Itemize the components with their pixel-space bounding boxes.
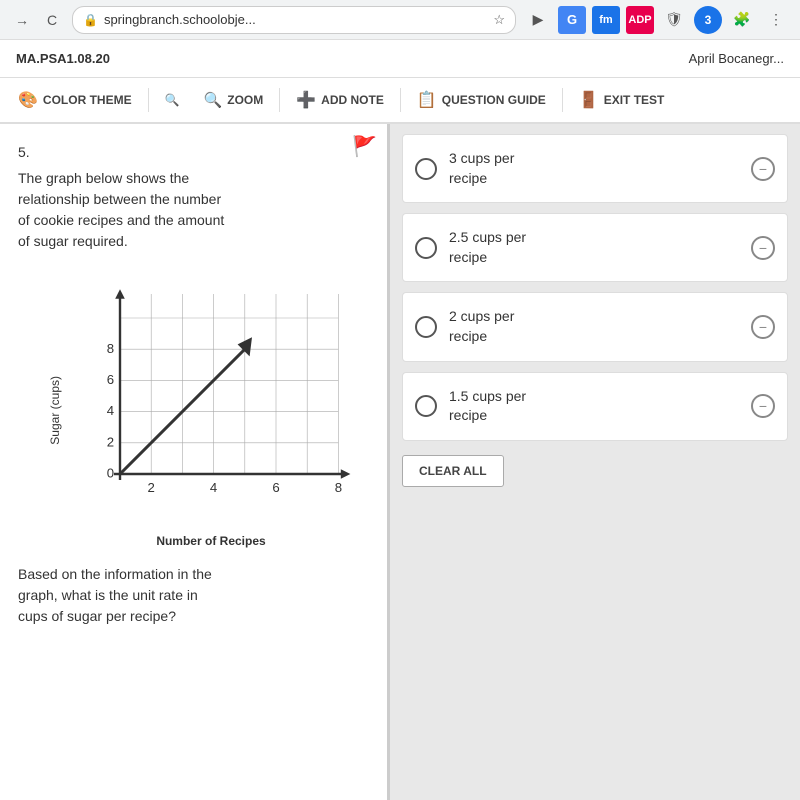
browser-icons: ▶ G fm ADP 🛡 3 🧩 ⋮	[524, 6, 790, 34]
eliminate-btn-d[interactable]: −	[751, 394, 775, 418]
exit-test-label: EXIT TEST	[604, 93, 665, 107]
bookmark-icon[interactable]: ☆	[493, 12, 505, 28]
eliminate-btn-a[interactable]: −	[751, 157, 775, 181]
radio-a[interactable]	[415, 158, 437, 180]
address-bar[interactable]: 🔒 springbranch.schoolobje... ☆	[72, 6, 516, 34]
answer-option-d[interactable]: 1.5 cups perrecipe −	[402, 372, 788, 441]
separator-2	[279, 88, 280, 112]
bottom-line2: graph, what is the unit rate in	[18, 587, 198, 603]
svg-text:4: 4	[210, 480, 217, 495]
add-note-button[interactable]: ➕ ADD NOTE	[286, 84, 394, 116]
question-number: 5.	[18, 144, 369, 160]
browser-bar: → C 🔒 springbranch.schoolobje... ☆ ▶ G f…	[0, 0, 800, 40]
separator-1	[148, 88, 149, 112]
app-header: MA.PSA1.08.20 April Bocanegr...	[0, 40, 800, 78]
y-axis-label: Sugar (cups)	[48, 376, 62, 445]
eliminate-btn-c[interactable]: −	[751, 315, 775, 339]
clear-all-button[interactable]: CLEAR ALL	[402, 455, 504, 487]
question-panel: 🚩 5. The graph below shows the relations…	[0, 124, 390, 800]
graph-container: 0 2 4 6 8 2 4 6 8	[76, 282, 356, 522]
radio-b[interactable]	[415, 237, 437, 259]
answer-text-c: 2 cups perrecipe	[449, 307, 739, 346]
question-guide-button[interactable]: 📋 QUESTION GUIDE	[407, 84, 556, 116]
svg-text:2: 2	[107, 434, 114, 449]
svg-text:6: 6	[107, 372, 114, 387]
bottom-line3: cups of sugar per recipe?	[18, 608, 176, 624]
answer-option-c[interactable]: 2 cups perrecipe −	[402, 292, 788, 361]
app-id: MA.PSA1.08.20	[16, 51, 110, 66]
refresh-button[interactable]: C	[40, 8, 64, 32]
zoom-in-button[interactable]: 🔍 ZOOM	[194, 85, 274, 115]
menu-icon[interactable]: ⋮	[762, 6, 790, 34]
question-line2: relationship between the number	[18, 191, 221, 207]
svg-text:8: 8	[107, 341, 114, 356]
answer-option-b[interactable]: 2.5 cups perrecipe −	[402, 213, 788, 282]
shield-icon[interactable]: 🛡	[660, 6, 688, 34]
color-theme-label: COLOR THEME	[43, 93, 132, 107]
radio-d[interactable]	[415, 395, 437, 417]
answer-text-b: 2.5 cups perrecipe	[449, 228, 739, 267]
exit-test-button[interactable]: 🚪 EXIT TEST	[569, 84, 675, 116]
zoom-label: ZOOM	[227, 93, 263, 107]
question-line3: of cookie recipes and the amount	[18, 212, 224, 228]
answer-text-d: 1.5 cups perrecipe	[449, 387, 739, 426]
play-icon[interactable]: ▶	[524, 6, 552, 34]
graph-wrapper: Sugar (cups)	[48, 272, 369, 548]
exit-test-icon: 🚪	[579, 90, 599, 110]
profile-icon[interactable]: 3	[694, 6, 722, 34]
color-theme-button[interactable]: 🎨 COLOR THEME	[8, 84, 142, 116]
add-note-label: ADD NOTE	[321, 93, 384, 107]
fm-icon[interactable]: fm	[592, 6, 620, 34]
lock-icon: 🔒	[83, 13, 98, 27]
zoom-out-button[interactable]: 🔍	[155, 87, 190, 113]
add-note-icon: ➕	[296, 90, 316, 110]
svg-text:6: 6	[272, 480, 279, 495]
separator-3	[400, 88, 401, 112]
svg-text:8: 8	[335, 480, 342, 495]
svg-text:2: 2	[148, 480, 155, 495]
svg-text:0: 0	[107, 466, 114, 481]
zoom-out-icon: 🔍	[165, 93, 180, 107]
g-icon[interactable]: G	[558, 6, 586, 34]
adp-icon[interactable]: ADP	[626, 6, 654, 34]
eliminate-btn-b[interactable]: −	[751, 236, 775, 260]
question-line4: of sugar required.	[18, 233, 128, 249]
extensions-icon[interactable]: 🧩	[728, 6, 756, 34]
bottom-line1: Based on the information in the	[18, 566, 212, 582]
url-text: springbranch.schoolobje...	[104, 12, 256, 27]
radio-c[interactable]	[415, 316, 437, 338]
question-text: The graph below shows the relationship b…	[18, 168, 369, 252]
toolbar: 🎨 COLOR THEME 🔍 🔍 ZOOM ➕ ADD NOTE 📋 QUES…	[0, 78, 800, 124]
main-content: 🚩 5. The graph below shows the relations…	[0, 124, 800, 800]
zoom-in-icon: 🔍	[204, 91, 223, 109]
separator-4	[562, 88, 563, 112]
answer-text-a: 3 cups perrecipe	[449, 149, 739, 188]
answer-option-a[interactable]: 3 cups perrecipe −	[402, 134, 788, 203]
x-axis-label: Number of Recipes	[66, 534, 356, 548]
bottom-question: Based on the information in the graph, w…	[18, 564, 369, 627]
flag-button[interactable]: 🚩	[352, 134, 377, 159]
question-guide-label: QUESTION GUIDE	[442, 93, 546, 107]
browser-nav: → C	[10, 8, 64, 32]
back-button[interactable]: →	[10, 8, 34, 32]
answers-panel: 3 cups perrecipe − 2.5 cups perrecipe − …	[390, 124, 800, 800]
user-name: April Bocanegr...	[689, 51, 784, 66]
svg-text:4: 4	[107, 403, 114, 418]
question-guide-icon: 📋	[417, 90, 437, 110]
question-line1: The graph below shows the	[18, 170, 189, 186]
graph-and-xlabel: 0 2 4 6 8 2 4 6 8	[66, 272, 356, 548]
graph-svg: 0 2 4 6 8 2 4 6 8	[76, 282, 356, 522]
palette-icon: 🎨	[18, 90, 38, 110]
